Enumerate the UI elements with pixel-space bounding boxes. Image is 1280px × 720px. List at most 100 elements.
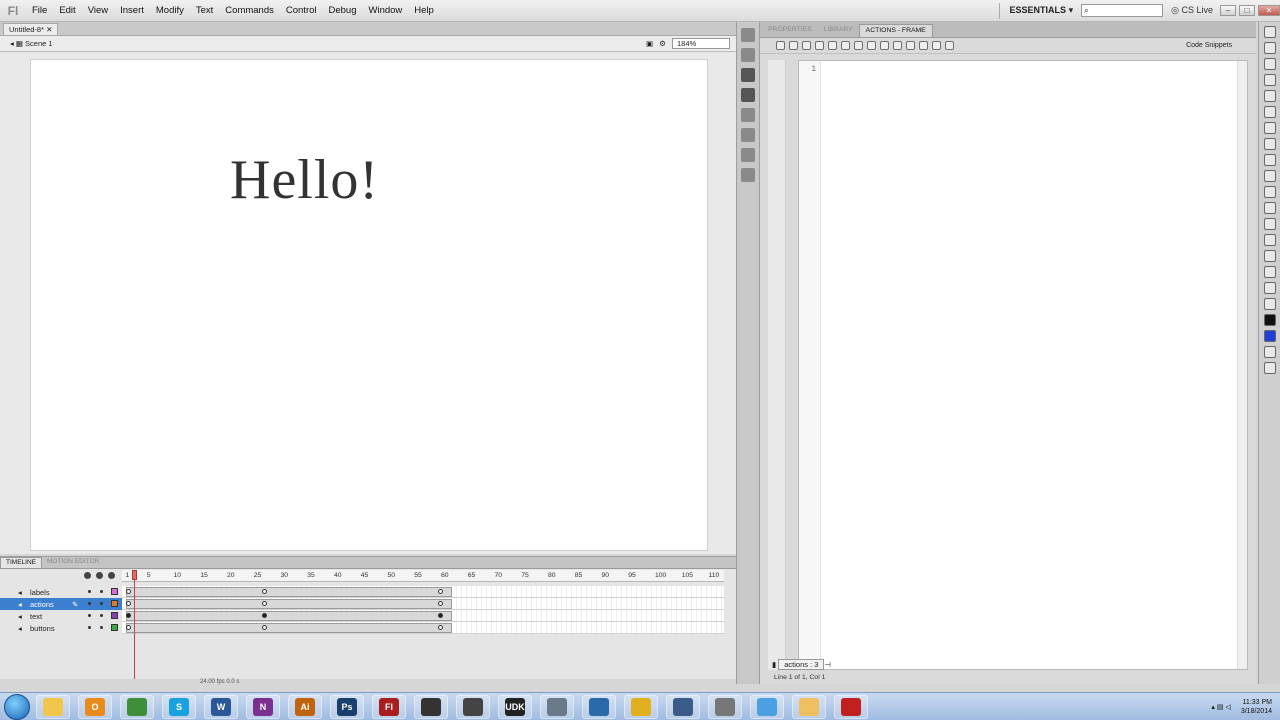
transform-panel-icon[interactable]: [741, 108, 755, 122]
outline-all-icon[interactable]: [108, 572, 115, 579]
info-panel-icon[interactable]: [741, 88, 755, 102]
vertical-scrollbar[interactable]: [1237, 61, 1247, 669]
taskbar-app-19[interactable]: [792, 694, 826, 719]
align-panel-icon[interactable]: [741, 68, 755, 82]
show-code-hint-icon[interactable]: [841, 41, 850, 50]
color-panel-icon[interactable]: [741, 28, 755, 42]
lasso-tool-icon[interactable]: [1263, 90, 1276, 102]
frame-span[interactable]: [126, 587, 452, 597]
frame-span[interactable]: [126, 623, 452, 633]
visibility-dot[interactable]: [88, 614, 91, 617]
rectangle-tool-icon[interactable]: [1263, 154, 1276, 166]
tray-arrow-icon[interactable]: ▴: [1211, 703, 1215, 711]
menu-commands[interactable]: Commands: [219, 0, 280, 22]
keyframe[interactable]: [126, 589, 131, 594]
script-tab[interactable]: actions : 3: [778, 658, 825, 670]
layer-labels[interactable]: ◂ labels: [0, 586, 122, 598]
subselection-tool-icon[interactable]: [1263, 42, 1276, 54]
eyedropper-tool-icon[interactable]: [1263, 250, 1276, 262]
add-statement-icon[interactable]: [776, 41, 785, 50]
lock-icon[interactable]: [100, 626, 103, 629]
hand-tool-icon[interactable]: [1263, 282, 1276, 294]
keyframe[interactable]: [126, 613, 131, 618]
taskbar-app-10[interactable]: [414, 694, 448, 719]
3d-rotation-tool-icon[interactable]: [1263, 74, 1276, 86]
visibility-dot[interactable]: [88, 590, 91, 593]
paint-bucket-tool-icon[interactable]: [1263, 234, 1276, 246]
keyframe[interactable]: [262, 613, 267, 618]
taskbar-word[interactable]: W: [204, 694, 238, 719]
frame-span[interactable]: [126, 611, 452, 621]
keyframe[interactable]: [438, 601, 443, 606]
taskbar-app-14[interactable]: [582, 694, 616, 719]
edit-symbols-icon[interactable]: ⚙: [659, 39, 666, 48]
stroke-color-swatch[interactable]: [1263, 314, 1276, 326]
tab-timeline[interactable]: TIMELINE: [0, 557, 42, 568]
frames-row-text[interactable]: [122, 610, 724, 622]
stage-text-hello[interactable]: Hello!: [230, 148, 379, 212]
expand-all-icon[interactable]: [893, 41, 902, 50]
taskbar-app-17[interactable]: [708, 694, 742, 719]
close-button[interactable]: ✕: [1258, 5, 1280, 16]
menu-text[interactable]: Text: [190, 0, 219, 22]
pin-icon[interactable]: ⊣: [824, 660, 831, 669]
stage[interactable]: Hello!: [31, 60, 707, 550]
show-hide-all-icon[interactable]: [84, 572, 91, 579]
taskbar-app-12[interactable]: UDK: [498, 694, 532, 719]
frames-row-actions[interactable]: [122, 598, 724, 610]
taskbar-app-15[interactable]: [624, 694, 658, 719]
maximize-button[interactable]: □: [1239, 5, 1255, 16]
layer-color-swatch[interactable]: [111, 588, 118, 595]
deco-tool-icon[interactable]: [1263, 202, 1276, 214]
menu-file[interactable]: File: [26, 0, 53, 22]
find-icon[interactable]: [789, 41, 798, 50]
insert-target-path-icon[interactable]: [802, 41, 811, 50]
menu-debug[interactable]: Debug: [323, 0, 363, 22]
start-button[interactable]: [4, 693, 30, 720]
visibility-dot[interactable]: [88, 626, 91, 629]
components-panel-icon[interactable]: [741, 128, 755, 142]
close-icon[interactable]: ✕: [46, 25, 52, 34]
bone-tool-icon[interactable]: [1263, 218, 1276, 230]
taskbar-flash[interactable]: Fl: [372, 694, 406, 719]
menu-control[interactable]: Control: [280, 0, 323, 22]
taskbar-explorer[interactable]: [36, 694, 70, 719]
selection-tool-icon[interactable]: [1263, 26, 1276, 38]
clock[interactable]: 11:33 PM 3/18/2014: [1241, 698, 1272, 716]
script-editor[interactable]: 1: [798, 60, 1248, 670]
edit-scene-icon[interactable]: ▣: [646, 39, 653, 48]
tab-library[interactable]: LIBRARY: [818, 24, 859, 37]
taskbar-illustrator[interactable]: Ai: [288, 694, 322, 719]
keyframe[interactable]: [262, 601, 267, 606]
swap-colors-icon[interactable]: [1263, 346, 1276, 358]
snap-to-objects-icon[interactable]: [1263, 362, 1276, 374]
taskbar-photoshop[interactable]: Ps: [330, 694, 364, 719]
workspace-switcher[interactable]: ESSENTIALS ▾: [1006, 5, 1078, 16]
swatches-panel-icon[interactable]: [741, 48, 755, 62]
keyframe[interactable]: [126, 625, 131, 630]
zoom-select[interactable]: 184%: [672, 38, 730, 49]
lock-all-icon[interactable]: [96, 572, 103, 579]
fill-color-swatch[interactable]: [1263, 330, 1276, 342]
text-tool-icon[interactable]: [1263, 122, 1276, 134]
taskbar-onenote[interactable]: N: [246, 694, 280, 719]
show-hide-toolbox-icon[interactable]: [945, 41, 954, 50]
volume-icon[interactable]: ◁: [1225, 703, 1230, 711]
motion-presets-icon[interactable]: [741, 148, 755, 162]
auto-format-icon[interactable]: [828, 41, 837, 50]
pencil-tool-icon[interactable]: [1263, 170, 1276, 182]
menu-help[interactable]: Help: [408, 0, 440, 22]
keyframe[interactable]: [438, 589, 443, 594]
check-syntax-icon[interactable]: [815, 41, 824, 50]
help-search-input[interactable]: ⌕: [1081, 4, 1164, 17]
line-tool-icon[interactable]: [1263, 138, 1276, 150]
back-arrow-icon[interactable]: ◂: [10, 39, 14, 48]
debug-options-icon[interactable]: [854, 41, 863, 50]
apply-line-comment-icon[interactable]: [919, 41, 928, 50]
taskbar-outlook[interactable]: O: [78, 694, 112, 719]
lock-dot[interactable]: [100, 590, 103, 593]
menu-insert[interactable]: Insert: [114, 0, 150, 22]
menu-window[interactable]: Window: [363, 0, 409, 22]
collapse-between-braces-icon[interactable]: [867, 41, 876, 50]
taskbar-app-16[interactable]: [666, 694, 700, 719]
